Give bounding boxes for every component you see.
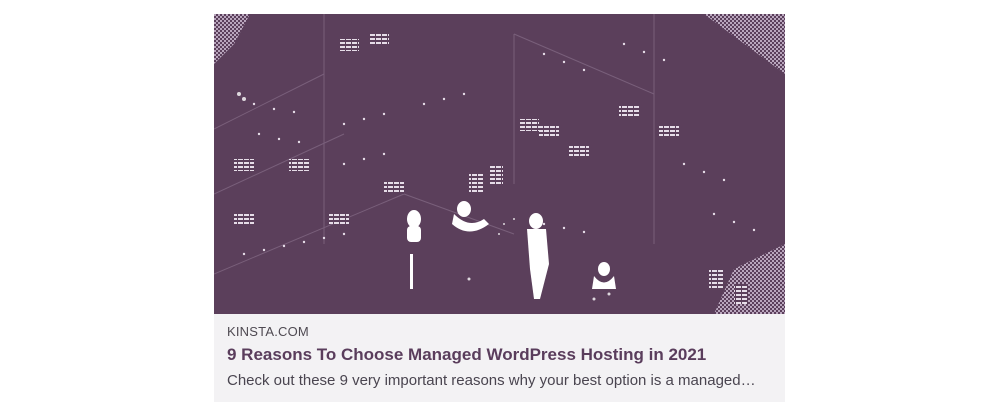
link-preview-card[interactable]: KINSTA.COM 9 Reasons To Choose Managed W…	[214, 14, 785, 402]
page: KINSTA.COM 9 Reasons To Choose Managed W…	[0, 0, 1000, 416]
source-domain: KINSTA.COM	[227, 324, 309, 339]
building-illustration	[214, 14, 785, 314]
link-description: Check out these 9 very important reasons…	[227, 372, 756, 389]
preview-image[interactable]	[214, 14, 785, 314]
link-title[interactable]: 9 Reasons To Choose Managed WordPress Ho…	[227, 344, 706, 366]
